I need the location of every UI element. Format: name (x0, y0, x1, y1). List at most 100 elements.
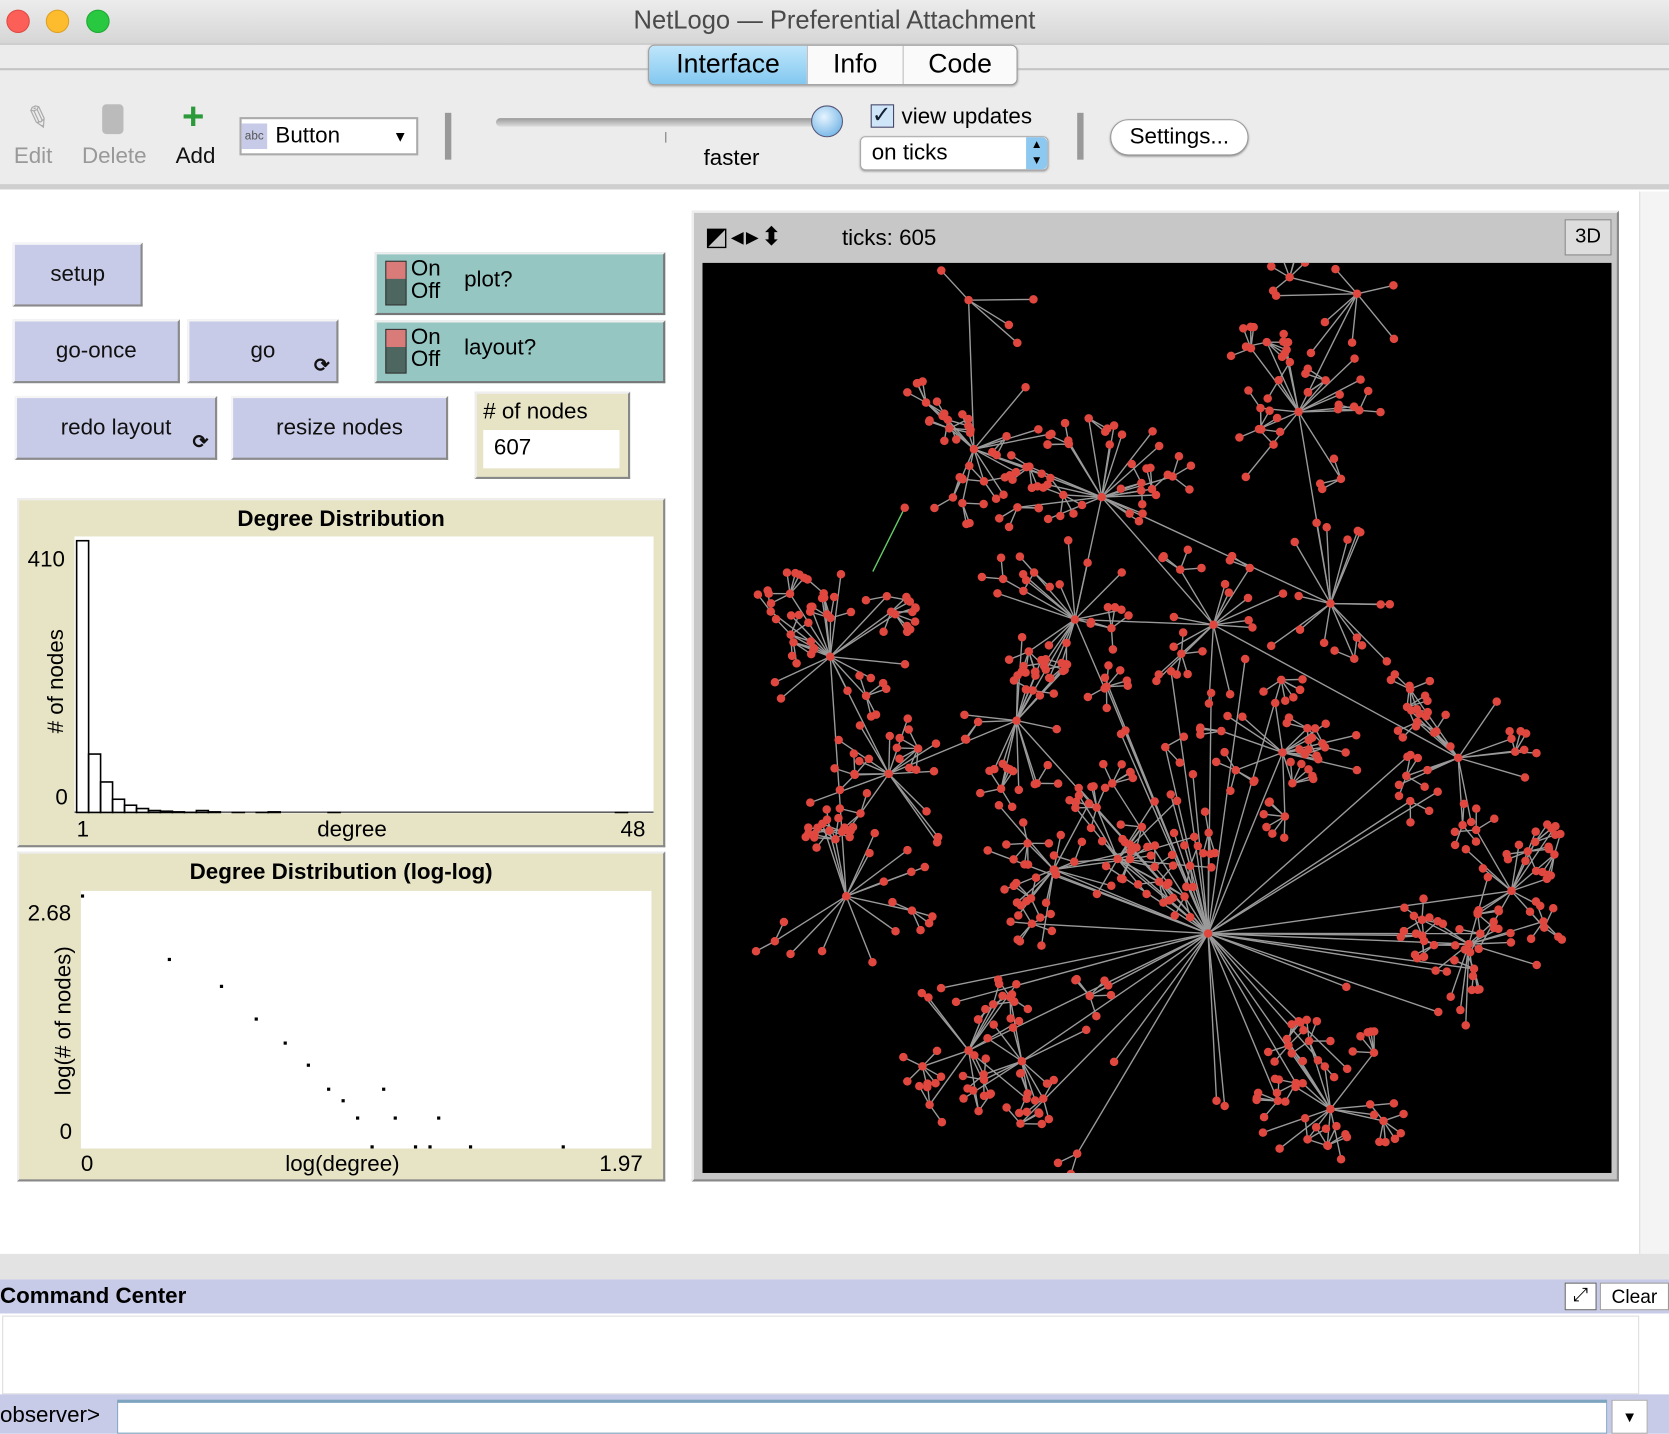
network-node[interactable] (1158, 553, 1167, 563)
view-size-controls-icon[interactable]: ◩◂▸⬍ (705, 221, 785, 252)
network-node[interactable] (936, 983, 946, 993)
network-node[interactable] (1053, 779, 1063, 788)
network-node[interactable] (1006, 1014, 1015, 1023)
network-node[interactable] (1110, 602, 1120, 612)
network-node[interactable] (1389, 1099, 1399, 1108)
network-node[interactable] (1224, 588, 1234, 597)
network-node[interactable] (1014, 785, 1024, 795)
network-node[interactable] (1303, 1135, 1312, 1144)
network-node[interactable] (1385, 600, 1395, 609)
network-node[interactable] (1217, 726, 1226, 736)
network-node[interactable] (841, 891, 851, 901)
network-node[interactable] (1004, 655, 1014, 664)
network-node[interactable] (1279, 329, 1288, 339)
network-node[interactable] (1204, 699, 1214, 708)
network-node[interactable] (817, 593, 827, 603)
network-node[interactable] (932, 397, 942, 406)
network-node[interactable] (855, 721, 865, 730)
network-node[interactable] (1183, 545, 1193, 555)
network-node[interactable] (968, 1086, 978, 1095)
network-node[interactable] (1004, 320, 1014, 330)
network-node[interactable] (1279, 337, 1288, 346)
network-node[interactable] (964, 421, 973, 431)
network-node[interactable] (1117, 760, 1126, 769)
network-node[interactable] (899, 1052, 908, 1062)
network-node[interactable] (1014, 1016, 1024, 1026)
network-node[interactable] (962, 519, 971, 529)
network-node[interactable] (1393, 726, 1403, 736)
network-node[interactable] (1035, 1109, 1044, 1118)
network-node[interactable] (1121, 726, 1130, 735)
network-node[interactable] (1532, 960, 1541, 970)
network-node[interactable] (1375, 1137, 1384, 1147)
network-node[interactable] (1330, 646, 1339, 655)
network-node[interactable] (1351, 730, 1361, 740)
network-node[interactable] (1304, 745, 1313, 754)
network-node[interactable] (1188, 769, 1198, 779)
network-node[interactable] (1179, 732, 1189, 741)
network-node[interactable] (822, 805, 831, 814)
network-node[interactable] (1285, 357, 1295, 367)
network-node[interactable] (929, 767, 939, 776)
network-node[interactable] (1106, 990, 1116, 1000)
network-node[interactable] (1169, 612, 1179, 622)
network-node[interactable] (1450, 956, 1459, 965)
network-node[interactable] (1107, 623, 1116, 633)
network-node[interactable] (1405, 796, 1415, 806)
network-node[interactable] (1304, 1036, 1314, 1046)
network-node[interactable] (1125, 509, 1134, 518)
network-node[interactable] (976, 788, 985, 798)
network-node[interactable] (1164, 878, 1173, 888)
network-node[interactable] (1019, 586, 1028, 596)
network-node[interactable] (846, 607, 856, 617)
network-node[interactable] (1442, 967, 1452, 976)
network-node[interactable] (1450, 941, 1460, 950)
network-node[interactable] (903, 388, 912, 397)
network-node[interactable] (1322, 523, 1331, 532)
network-node[interactable] (1461, 845, 1471, 854)
edit-button[interactable]: Edit (14, 144, 53, 170)
network-node[interactable] (1246, 343, 1256, 353)
network-node[interactable] (1150, 797, 1159, 806)
network-node[interactable] (1423, 765, 1432, 775)
network-node[interactable] (993, 589, 1002, 598)
network-node[interactable] (865, 848, 874, 858)
network-node[interactable] (1514, 840, 1524, 850)
network-node[interactable] (794, 610, 804, 620)
network-node[interactable] (1100, 783, 1110, 793)
network-node[interactable] (999, 490, 1008, 499)
network-node[interactable] (855, 756, 864, 766)
network-node[interactable] (1072, 1149, 1082, 1158)
network-node[interactable] (1166, 790, 1175, 799)
network-node[interactable] (1029, 295, 1038, 304)
network-node[interactable] (1015, 937, 1025, 946)
network-node[interactable] (1220, 1101, 1229, 1111)
network-node[interactable] (958, 498, 967, 508)
network-node[interactable] (1178, 628, 1188, 637)
network-node[interactable] (1365, 1100, 1375, 1109)
network-node[interactable] (1100, 673, 1110, 682)
network-node[interactable] (1146, 851, 1156, 860)
network-node[interactable] (1064, 436, 1073, 445)
delete-button[interactable]: Delete (82, 144, 147, 170)
network-node[interactable] (1105, 440, 1114, 449)
network-node[interactable] (1060, 665, 1069, 675)
network-node[interactable] (1313, 1056, 1323, 1065)
network-node[interactable] (1492, 697, 1501, 706)
network-node[interactable] (921, 398, 931, 407)
network-node[interactable] (1310, 724, 1320, 733)
network-node[interactable] (1209, 620, 1218, 630)
network-node[interactable] (1472, 804, 1481, 813)
network-node[interactable] (1302, 1015, 1312, 1025)
network-node[interactable] (1303, 724, 1312, 733)
network-node[interactable] (1115, 666, 1125, 675)
network-node[interactable] (1087, 782, 1096, 792)
network-node[interactable] (1043, 440, 1052, 449)
network-node[interactable] (1453, 753, 1463, 763)
network-node[interactable] (1168, 861, 1178, 870)
network-node[interactable] (1174, 451, 1184, 461)
network-node[interactable] (806, 649, 816, 659)
network-node[interactable] (1082, 1025, 1091, 1035)
network-node[interactable] (1186, 461, 1196, 471)
network-node[interactable] (911, 604, 920, 613)
